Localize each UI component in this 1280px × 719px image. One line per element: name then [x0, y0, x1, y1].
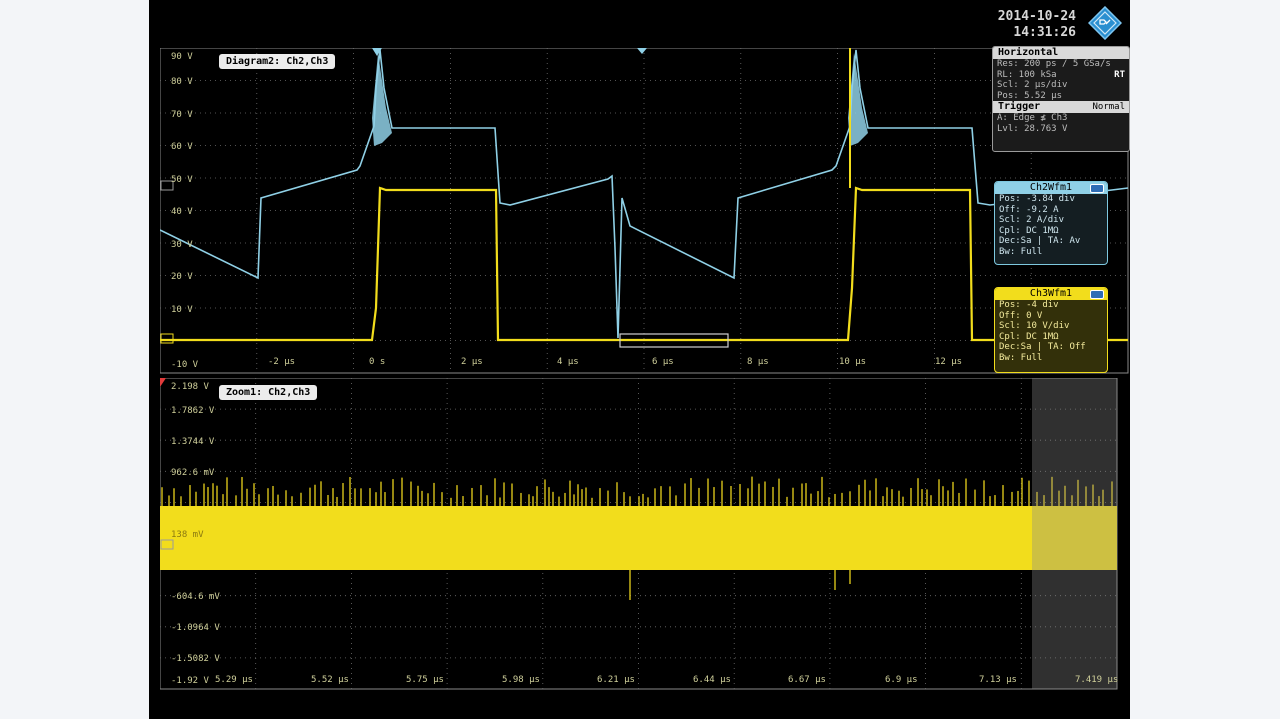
trigger-level: Lvl: 28.763 V — [997, 123, 1068, 134]
y-label: 60 V — [171, 142, 193, 152]
y-label: 70 V — [171, 110, 193, 120]
horizontal-trigger-panel[interactable]: Horizontal Res: 200 ps / 5 GSa/s RL: 100… — [992, 46, 1130, 152]
x-label: 6.21 µs — [597, 675, 635, 685]
y-label: 90 V — [171, 52, 193, 62]
ch3wfm1-title: Ch3Wfm1 — [1029, 288, 1073, 299]
trigger-title: Trigger — [998, 101, 1041, 112]
ch3-off: Off: 0 V — [999, 310, 1043, 321]
horizontal-position-marker — [637, 48, 647, 54]
trigger-mode: Normal — [1092, 102, 1125, 112]
diagram2-label[interactable]: Diagram2: Ch2,Ch3 — [219, 54, 336, 69]
trigger-source: A: Edge ≰ Ch3 — [997, 113, 1068, 123]
x-label: 6.67 µs — [788, 675, 826, 685]
zoom1-plot[interactable] — [160, 378, 1120, 690]
ch2-off: Off: -9.2 A — [999, 204, 1059, 215]
x-label: 6.9 µs — [885, 675, 918, 685]
y-label: 1.7862 V — [171, 406, 215, 416]
horizontal-rl: RL: 100 kSa — [997, 69, 1057, 80]
ch2wfm1-menu-icon[interactable] — [1090, 184, 1104, 193]
diagram2-plot[interactable] — [160, 48, 1129, 374]
zoom-trigger-marker — [160, 378, 166, 387]
x-label: 6.44 µs — [693, 675, 731, 685]
y-label: 50 V — [171, 175, 193, 185]
diagram2-grid — [160, 48, 1128, 373]
ch2-pos: Pos: -3.84 div — [999, 194, 1075, 204]
x-label: 0 s — [369, 357, 386, 367]
ch3wfm1-panel[interactable]: Ch3Wfm1 Pos: -4 div Off: 0 V Scl: 10 V/d… — [994, 287, 1108, 373]
x-label: 5.75 µs — [406, 675, 444, 685]
datetime-display: 2014-10-24 14:31:26 — [998, 9, 1076, 41]
x-label: 12 µs — [935, 357, 963, 367]
ch2-cpl: Cpl: DC 1MΩ — [999, 225, 1059, 236]
horizontal-rt: RT — [1114, 69, 1125, 80]
y-label: 40 V — [171, 207, 193, 217]
x-label: 6 µs — [652, 357, 674, 367]
y-label: 30 V — [171, 240, 193, 250]
rohde-schwarz-logo-icon — [1088, 6, 1122, 40]
x-label: 5.29 µs — [215, 675, 253, 685]
x-label: -2 µs — [268, 357, 296, 367]
ch2wfm1-title: Ch2Wfm1 — [1029, 182, 1073, 193]
x-label: 10 µs — [839, 357, 867, 367]
horizontal-scl: Scl: 2 µs/div — [997, 80, 1068, 90]
y-label: 2.198 V — [171, 382, 209, 392]
x-label: 7.419 µs — [1075, 675, 1119, 685]
horizontal-rl-row: RL: 100 kSa RT — [993, 70, 1129, 81]
zoom-out-of-range-overlay — [1032, 378, 1117, 689]
ch3-pos: Pos: -4 div — [999, 300, 1059, 310]
x-label: 8 µs — [747, 357, 769, 367]
ch2-dec: Dec:Sa | TA: Av — [999, 236, 1081, 247]
ch3-scl: Scl: 10 V/div — [999, 321, 1070, 332]
ch3-cpl: Cpl: DC 1MΩ — [999, 331, 1059, 342]
y-label: 20 V — [171, 272, 193, 282]
ch3-bw: Bw: Full — [999, 352, 1043, 363]
y-label: 962.6 mV — [171, 468, 215, 478]
y-label: 1.3744 V — [171, 437, 215, 447]
ch3-noise-band — [160, 506, 1117, 570]
x-label: 5.98 µs — [502, 675, 540, 685]
y-label: -10 V — [171, 360, 199, 370]
horizontal-title: Horizontal — [993, 47, 1129, 59]
ch3-offset-marker — [160, 333, 174, 344]
y-label: 80 V — [171, 77, 193, 87]
y-label: -1.92 V — [171, 676, 209, 686]
y-label: 10 V — [171, 305, 193, 315]
y-label: -1.0964 V — [171, 623, 220, 633]
x-label: 7.13 µs — [979, 675, 1017, 685]
horizontal-pos: Pos: 5.52 µs — [997, 90, 1063, 101]
ch2-bw: Bw: Full — [999, 246, 1043, 257]
trigger-header: Trigger Normal — [993, 101, 1129, 113]
y-label: -604.6 mV — [171, 592, 220, 602]
oscilloscope-screen: 2014-10-24 14:31:26 Diagram2: Ch2,Ch3 90… — [149, 0, 1130, 719]
ch3wfm1-menu-icon[interactable] — [1090, 290, 1104, 299]
x-label: 5.52 µs — [311, 675, 349, 685]
y-label: 138 mV — [171, 530, 204, 540]
x-label: 4 µs — [557, 357, 579, 367]
x-label: 2 µs — [461, 357, 483, 367]
horizontal-res: Res: 200 ps / 5 GSa/s — [997, 59, 1111, 69]
y-label: -1.5082 V — [171, 654, 220, 664]
date-text: 2014-10-24 — [997, 9, 1076, 24]
ch3-dec: Dec:Sa | TA: Off — [999, 342, 1086, 353]
zoom1-label[interactable]: Zoom1: Ch2,Ch3 — [219, 385, 318, 400]
ch2-scl: Scl: 2 A/div — [999, 215, 1065, 226]
time-text: 14:31:26 — [1013, 25, 1076, 40]
ch2wfm1-panel[interactable]: Ch2Wfm1 Pos: -3.84 div Off: -9.2 A Scl: … — [994, 181, 1108, 265]
